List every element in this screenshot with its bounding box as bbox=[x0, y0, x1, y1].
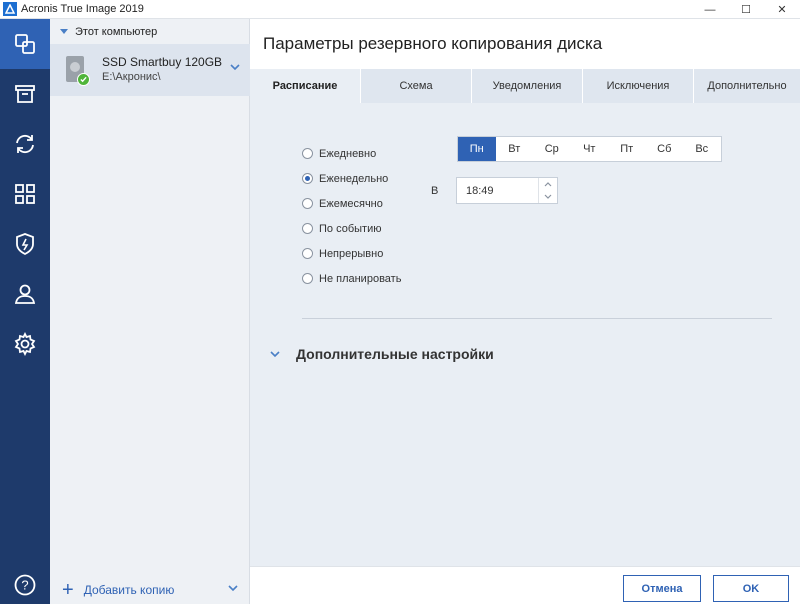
day-mon[interactable]: Пн bbox=[458, 137, 496, 161]
tools-icon bbox=[15, 184, 35, 204]
dialog-footer: Отмена OK bbox=[250, 566, 800, 604]
time-input[interactable]: 18:49 bbox=[456, 177, 558, 204]
time-spinner bbox=[538, 178, 557, 203]
chevron-down-icon bbox=[270, 350, 280, 357]
collapse-triangle-icon bbox=[60, 29, 68, 34]
radio-on-event[interactable]: По событию bbox=[302, 216, 401, 241]
success-check-icon bbox=[77, 73, 90, 86]
tab-schedule[interactable]: Расписание bbox=[250, 69, 361, 103]
rail-sync[interactable] bbox=[0, 119, 50, 169]
rail-backup[interactable] bbox=[0, 19, 50, 69]
spin-up-icon[interactable] bbox=[539, 178, 557, 191]
rail-settings[interactable] bbox=[0, 319, 50, 369]
day-fri[interactable]: Пт bbox=[608, 137, 646, 161]
svg-text:?: ? bbox=[21, 578, 28, 593]
rail-active-protection[interactable] bbox=[0, 219, 50, 269]
advanced-settings-label: Дополнительные настройки bbox=[296, 346, 494, 362]
day-tue[interactable]: Вт bbox=[496, 137, 534, 161]
radio-daily[interactable]: Ежедневно bbox=[302, 141, 401, 166]
backup-name: SSD Smartbuy 120GB bbox=[102, 55, 223, 69]
plus-icon: + bbox=[62, 579, 74, 601]
ok-button[interactable]: OK bbox=[713, 575, 789, 602]
advanced-settings-toggle[interactable]: Дополнительные настройки bbox=[270, 346, 494, 362]
group-label: Этот компьютер bbox=[75, 25, 158, 38]
radio-monthly[interactable]: Ежемесячно bbox=[302, 191, 401, 216]
help-icon: ? bbox=[14, 574, 36, 596]
tab-bar: Расписание Схема Уведомления Исключения … bbox=[250, 69, 800, 103]
window-title: Acronis True Image 2019 bbox=[21, 3, 144, 15]
add-backup-label: Добавить копию bbox=[83, 583, 175, 597]
archive-icon bbox=[15, 85, 35, 103]
active-protection-icon bbox=[16, 233, 34, 256]
radio-continuous[interactable]: Непрерывно bbox=[302, 241, 401, 266]
chevron-down-icon[interactable] bbox=[230, 64, 240, 71]
divider bbox=[302, 318, 772, 319]
rail-tools[interactable] bbox=[0, 169, 50, 219]
radio-weekly[interactable]: Еженедельно bbox=[302, 166, 401, 191]
disk-icon bbox=[66, 56, 90, 86]
schedule-options: Ежедневно Еженедельно Ежемесячно По собы… bbox=[302, 141, 401, 291]
tab-scheme[interactable]: Схема bbox=[361, 69, 472, 103]
sync-icon bbox=[16, 134, 34, 154]
tab-exclusions[interactable]: Исключения bbox=[583, 69, 694, 103]
time-label: В bbox=[431, 185, 439, 197]
radio-no-schedule[interactable]: Не планировать bbox=[302, 266, 401, 291]
group-header[interactable]: Этот компьютер bbox=[50, 19, 249, 44]
day-wed[interactable]: Ср bbox=[533, 137, 571, 161]
rail-help[interactable]: ? bbox=[0, 566, 50, 604]
add-backup-button[interactable]: + Добавить копию bbox=[50, 576, 250, 604]
weekday-selector: Пн Вт Ср Чт Пт Сб Вс bbox=[457, 136, 722, 162]
settings-icon bbox=[14, 332, 36, 356]
title-bar: Acronis True Image 2019 — ☐ ✕ bbox=[0, 0, 800, 19]
navigation-rail: ? bbox=[0, 19, 50, 604]
day-thu[interactable]: Чт bbox=[571, 137, 609, 161]
day-sat[interactable]: Сб bbox=[646, 137, 684, 161]
backup-path: E:\Акронис\ bbox=[102, 71, 161, 83]
backup-icon bbox=[15, 34, 35, 54]
settings-main: Параметры резервного копирования диска Р… bbox=[250, 19, 800, 604]
backup-list-panel: Этот компьютер SSD Smartbuy 120GB E:\Акр… bbox=[50, 19, 250, 604]
minimize-button[interactable]: — bbox=[692, 0, 728, 19]
account-icon bbox=[14, 284, 36, 304]
close-button[interactable]: ✕ bbox=[764, 0, 800, 19]
rail-archive[interactable] bbox=[0, 69, 50, 119]
tab-notifications[interactable]: Уведомления bbox=[472, 69, 583, 103]
time-value[interactable]: 18:49 bbox=[457, 185, 538, 197]
page-title: Параметры резервного копирования диска bbox=[263, 34, 603, 53]
maximize-button[interactable]: ☐ bbox=[728, 0, 764, 19]
chevron-down-icon[interactable] bbox=[228, 585, 238, 592]
tab-advanced[interactable]: Дополнительно bbox=[694, 69, 800, 103]
backup-item[interactable]: SSD Smartbuy 120GB E:\Акронис\ bbox=[50, 44, 250, 96]
spin-down-icon[interactable] bbox=[539, 191, 557, 204]
acronis-logo-icon bbox=[3, 2, 17, 16]
rail-account[interactable] bbox=[0, 269, 50, 319]
day-sun[interactable]: Вс bbox=[683, 137, 721, 161]
cancel-button[interactable]: Отмена bbox=[623, 575, 701, 602]
